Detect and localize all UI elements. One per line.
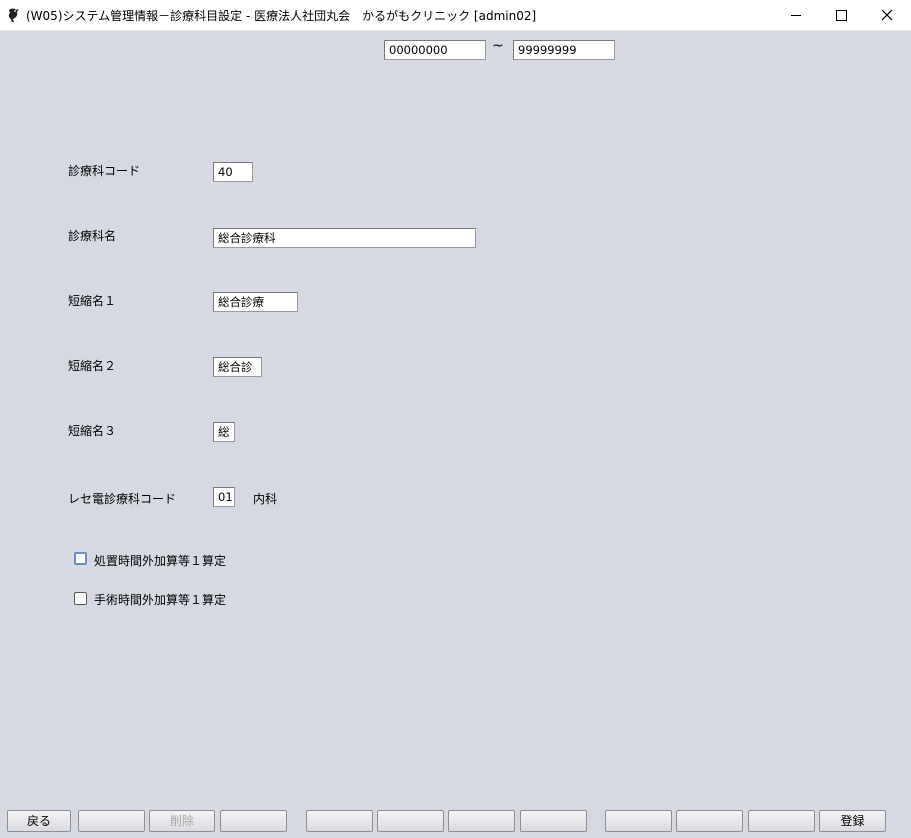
function-key-10[interactable] xyxy=(676,810,743,832)
app-bird-icon xyxy=(8,8,19,22)
rece-code-field[interactable]: 01 xyxy=(213,487,235,507)
function-key-2[interactable] xyxy=(78,810,145,832)
function-key-6[interactable] xyxy=(377,810,444,832)
function-key-7[interactable] xyxy=(448,810,515,832)
delete-button[interactable]: 削除 xyxy=(149,810,215,832)
range-from-field[interactable]: 00000000 xyxy=(384,40,486,60)
minimize-icon xyxy=(791,14,801,16)
short-name-2-label: 短縮名２ xyxy=(68,359,117,373)
treatment-overtime-label[interactable]: 処置時間外加算等１算定 xyxy=(94,552,226,569)
short-name-1-label: 短縮名１ xyxy=(68,294,117,308)
function-key-11[interactable] xyxy=(748,810,815,832)
maximize-button[interactable] xyxy=(818,0,864,30)
rece-code-label: レセ電診療科コード xyxy=(68,492,177,506)
surgery-overtime-checkbox[interactable] xyxy=(74,592,87,605)
dept-name-label: 診療科名 xyxy=(68,229,117,243)
dept-code-label: 診療科コード xyxy=(68,164,141,178)
short-name-1-field[interactable]: 総合診療 xyxy=(213,292,298,312)
range-to-field[interactable]: 99999999 xyxy=(513,40,615,60)
close-icon xyxy=(881,9,893,21)
function-key-9[interactable] xyxy=(605,810,672,832)
maximize-icon xyxy=(835,9,847,21)
surgery-overtime-label[interactable]: 手術時間外加算等１算定 xyxy=(94,591,226,608)
short-name-3-label: 短縮名３ xyxy=(68,424,117,438)
function-key-8[interactable] xyxy=(520,810,587,832)
function-key-5[interactable] xyxy=(306,810,373,832)
close-button[interactable] xyxy=(864,0,910,30)
function-key-4[interactable] xyxy=(220,810,287,832)
back-button[interactable]: 戻る xyxy=(7,810,71,832)
short-name-2-field[interactable]: 総合診 xyxy=(213,357,262,377)
title-bar: (W05)システム管理情報－診療科目設定 - 医療法人社団丸会 かるがもクリニッ… xyxy=(0,0,911,31)
dept-code-field[interactable]: 40 xyxy=(213,162,253,182)
treatment-overtime-checkbox[interactable] xyxy=(74,552,87,565)
dept-name-field[interactable]: 総合診療科 xyxy=(213,228,476,248)
window-title: (W05)システム管理情報－診療科目設定 - 医療法人社団丸会 かるがもクリニッ… xyxy=(26,9,537,23)
minimize-button[interactable] xyxy=(773,0,819,30)
range-separator: ~ xyxy=(492,38,504,54)
register-button[interactable]: 登録 xyxy=(819,810,886,832)
short-name-3-field[interactable]: 総 xyxy=(213,422,235,442)
rece-code-name: 内科 xyxy=(253,492,278,506)
